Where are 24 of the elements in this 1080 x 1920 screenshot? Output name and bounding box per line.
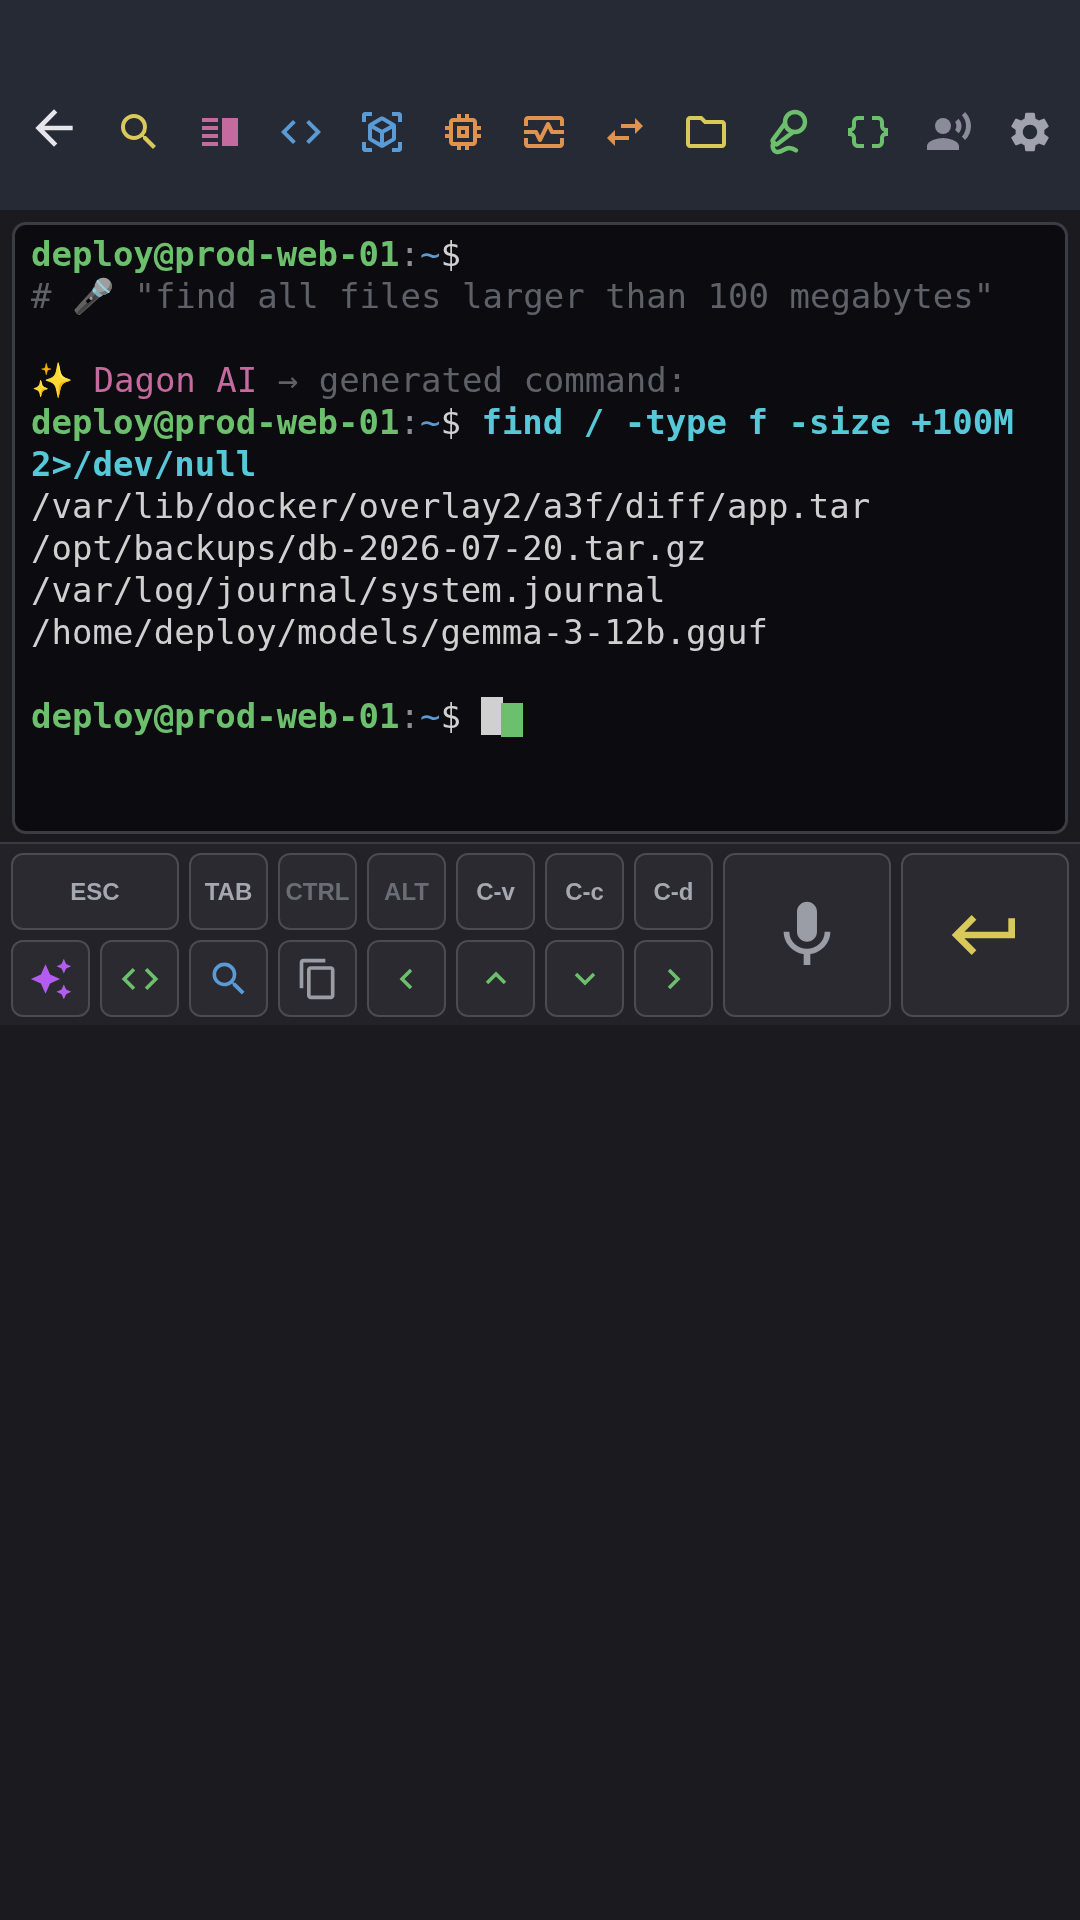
shell-command-line: deploy@prod-web-01:~$ find / -type f -size +100M 2>/dev/null	[31, 401, 1015, 485]
arrow-symbol: →	[277, 360, 299, 400]
output-line: /var/lib/docker/overlay2/a3f/diff/app.tar	[31, 486, 871, 526]
terminal-panel[interactable]	[12, 222, 1068, 834]
sparkles-emoji: ✨	[31, 360, 73, 400]
shell-prompt: deploy@prod-web-01:~$	[31, 234, 461, 274]
key[interactable]: C-c	[545, 853, 624, 930]
generated-command-note: generated command:	[318, 360, 688, 400]
sparkle-key[interactable]	[11, 940, 90, 1017]
search-key[interactable]	[189, 940, 268, 1017]
microphone-key[interactable]	[723, 853, 891, 1017]
output-line: /opt/backups/db-2026-07-20.tar.gz	[31, 528, 707, 568]
copy-key[interactable]	[278, 940, 357, 1017]
key[interactable]: C-v	[456, 853, 535, 930]
assistant-name: Dagon AI	[93, 360, 258, 400]
key[interactable]: ESC	[11, 853, 179, 930]
enter-key[interactable]	[901, 853, 1069, 1017]
shell-prompt: deploy@prod-web-01:~$	[31, 696, 461, 736]
comment-line: # 🎤 "find all files larger than 100 megabytes"	[31, 276, 995, 316]
key[interactable]: C-d	[634, 853, 713, 930]
output-line: /var/log/journal/system.journal	[31, 570, 666, 610]
output-line: /home/deploy/models/gemma-3-12b.gguf	[31, 612, 768, 652]
code-key[interactable]	[100, 940, 179, 1017]
key[interactable]: TAB	[189, 853, 268, 930]
